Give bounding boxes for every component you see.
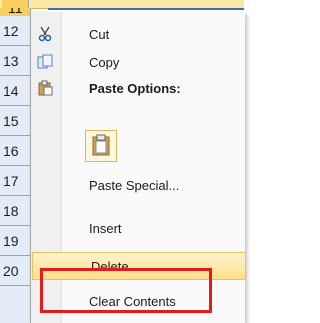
row-header-14[interactable]: 14 — [0, 76, 30, 106]
copy-icon — [37, 54, 53, 70]
row-header-15[interactable]: 15 — [0, 106, 30, 136]
menu-label-paste-special: Paste Special... — [89, 178, 180, 193]
scissors-icon — [37, 26, 53, 42]
cell-selection-edge — [48, 8, 244, 10]
menu-label-paste-options: Paste Options: — [89, 81, 181, 96]
row-header-18[interactable]: 18 — [0, 196, 30, 226]
row-header-17[interactable]: 17 — [0, 166, 30, 196]
row-header-20[interactable]: 20 — [0, 256, 30, 286]
menu-item-paste-options: Paste Options: — [31, 75, 245, 101]
menu-item-paste-special[interactable]: Paste Special... — [31, 172, 245, 198]
menu-item-cut[interactable]: Cut — [31, 21, 245, 47]
menu-label-copy: Copy — [89, 55, 120, 70]
active-column-header[interactable] — [2, 0, 29, 8]
paste-icon — [37, 80, 53, 96]
paste-button[interactable] — [85, 130, 117, 162]
row-headers: 11 12 13 14 15 16 17 18 19 20 — [0, 8, 31, 323]
row-header-16[interactable]: 16 — [0, 136, 30, 166]
annotation-highlight-box — [40, 268, 212, 313]
row-header-11[interactable]: 11 — [0, 8, 31, 16]
clipboard-icon — [92, 134, 110, 159]
menu-item-insert[interactable]: Insert — [31, 215, 245, 241]
menu-item-copy[interactable]: Copy — [31, 49, 245, 75]
menu-label-cut: Cut — [89, 27, 110, 42]
row-header-12[interactable]: 12 — [0, 16, 30, 46]
row-header-13[interactable]: 13 — [0, 46, 30, 76]
row-header-19[interactable]: 19 — [0, 226, 30, 256]
menu-label-insert: Insert — [89, 221, 122, 236]
